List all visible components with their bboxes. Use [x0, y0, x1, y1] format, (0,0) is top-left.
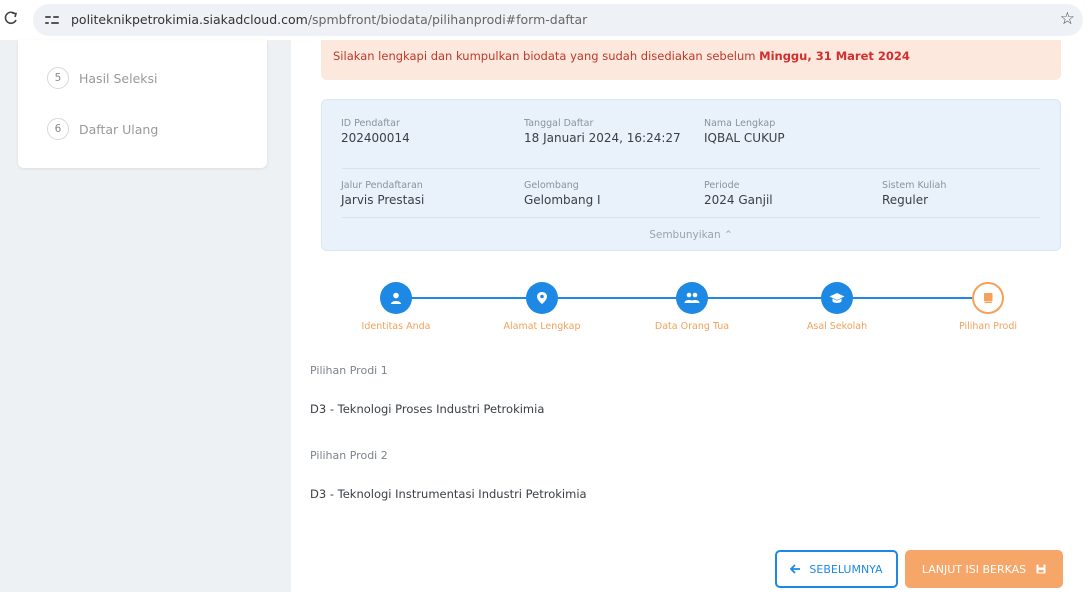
user-icon	[391, 292, 401, 304]
step-number: 5	[47, 67, 69, 89]
stepper-step-pilihan-prodi[interactable]	[972, 282, 1004, 314]
step-number: 6	[47, 118, 69, 140]
info-label: ID Pendaftar	[341, 118, 400, 129]
save-icon	[1036, 564, 1046, 574]
map-pin-icon	[537, 292, 547, 304]
stepper-step-alamat[interactable]	[526, 282, 558, 314]
stepper-label: Asal Sekolah	[806, 321, 868, 332]
info-label: Gelombang	[524, 180, 579, 191]
step-label: Hasil Seleksi	[79, 70, 158, 86]
url-text[interactable]: politeknikpetrokimia.siakadcloud.com/spm…	[71, 12, 587, 27]
stepper-label: Pilihan Prodi	[958, 321, 1018, 332]
stepper-step-orang-tua[interactable]	[676, 282, 708, 314]
sidebar-step-hasil-seleksi[interactable]: 5 Hasil Seleksi	[47, 67, 158, 89]
info-divider	[342, 168, 1040, 169]
info-gelombang: Gelombang Gelombang I	[524, 180, 601, 207]
info-value: 2024 Ganjil	[704, 193, 773, 207]
info-value: 202400014	[341, 131, 410, 145]
registration-steps-card: 5 Hasil Seleksi 6 Daftar Ulang	[18, 40, 267, 168]
step-label: Daftar Ulang	[79, 121, 159, 137]
info-label: Jalur Pendaftaran	[341, 180, 423, 191]
bookmark-star-icon[interactable]: ☆	[1060, 9, 1075, 29]
stepper-label: Alamat Lengkap	[503, 321, 581, 332]
info-label: Nama Lengkap	[704, 118, 776, 129]
info-nama-lengkap: Nama Lengkap IQBAL CUKUP	[704, 118, 785, 145]
info-sistem-kuliah: Sistem Kuliah Reguler	[882, 180, 946, 207]
info-value: Reguler	[882, 193, 929, 207]
alert-deadline: Minggu, 31 Maret 2024	[759, 49, 910, 63]
continue-files-button[interactable]: LANJUT ISI BERKAS	[905, 550, 1063, 588]
previous-button-label: SEBELUMNYA	[809, 562, 883, 576]
graduation-cap-icon	[829, 293, 845, 303]
choice-2-value: D3 - Teknologi Instrumentasi Industri Pe…	[310, 487, 587, 501]
applicant-info-box: ID Pendaftar 202400014 Tanggal Daftar 18…	[321, 99, 1061, 251]
info-periode: Periode 2024 Ganjil	[704, 180, 773, 207]
info-tanggal-daftar: Tanggal Daftar 18 Januari 2024, 16:24:27	[524, 118, 681, 145]
reload-icon[interactable]	[4, 10, 20, 28]
stepper-step-asal-sekolah[interactable]	[821, 282, 853, 314]
info-divider	[342, 217, 1040, 218]
previous-button[interactable]: SEBELUMNYA	[775, 550, 898, 588]
hide-info-link[interactable]: Sembunyikan ⌃	[322, 229, 1060, 241]
sidebar-step-daftar-ulang[interactable]: 6 Daftar Ulang	[47, 118, 158, 140]
info-label: Periode	[704, 180, 740, 191]
info-label: Tanggal Daftar	[524, 118, 594, 129]
stepper-step-identitas[interactable]	[380, 282, 412, 314]
browser-toolbar: politeknikpetrokimia.siakadcloud.com/spm…	[0, 0, 1086, 40]
info-id-pendaftar: ID Pendaftar 202400014	[341, 118, 410, 145]
deadline-alert: Silakan lengkapi dan kumpulkan biodata y…	[321, 40, 1061, 80]
info-value: IQBAL CUKUP	[704, 131, 785, 145]
url-path: /spmbfront/biodata/pilihanprodi#form-daf…	[307, 12, 588, 27]
address-bar[interactable]: politeknikpetrokimia.siakadcloud.com/spm…	[33, 4, 1083, 36]
alert-text: Silakan lengkapi dan kumpulkan biodata y…	[333, 49, 760, 63]
choice-1-label: Pilihan Prodi 1	[310, 364, 388, 377]
choice-1-value: D3 - Teknologi Proses Industri Petrokimi…	[310, 402, 545, 416]
continue-button-label: LANJUT ISI BERKAS	[921, 562, 1027, 576]
arrow-left-icon	[790, 564, 801, 574]
stepper-label: Identitas Anda	[361, 321, 431, 332]
site-settings-icon[interactable]	[45, 13, 59, 27]
url-host: politeknikpetrokimia.siakadcloud.com	[71, 12, 308, 27]
info-label: Sistem Kuliah	[882, 180, 947, 191]
info-value: Gelombang I	[524, 193, 601, 207]
users-icon	[684, 292, 700, 303]
book-icon	[984, 293, 993, 303]
choice-2-label: Pilihan Prodi 2	[310, 449, 388, 462]
info-value: Jarvis Prestasi	[341, 193, 425, 207]
main-panel: Silakan lengkapi dan kumpulkan biodata y…	[291, 40, 1086, 592]
info-jalur-pendaftaran: Jalur Pendaftaran Jarvis Prestasi	[341, 180, 424, 207]
stepper-label: Data Orang Tua	[654, 321, 730, 332]
info-value: 18 Januari 2024, 16:24:27	[524, 131, 681, 145]
